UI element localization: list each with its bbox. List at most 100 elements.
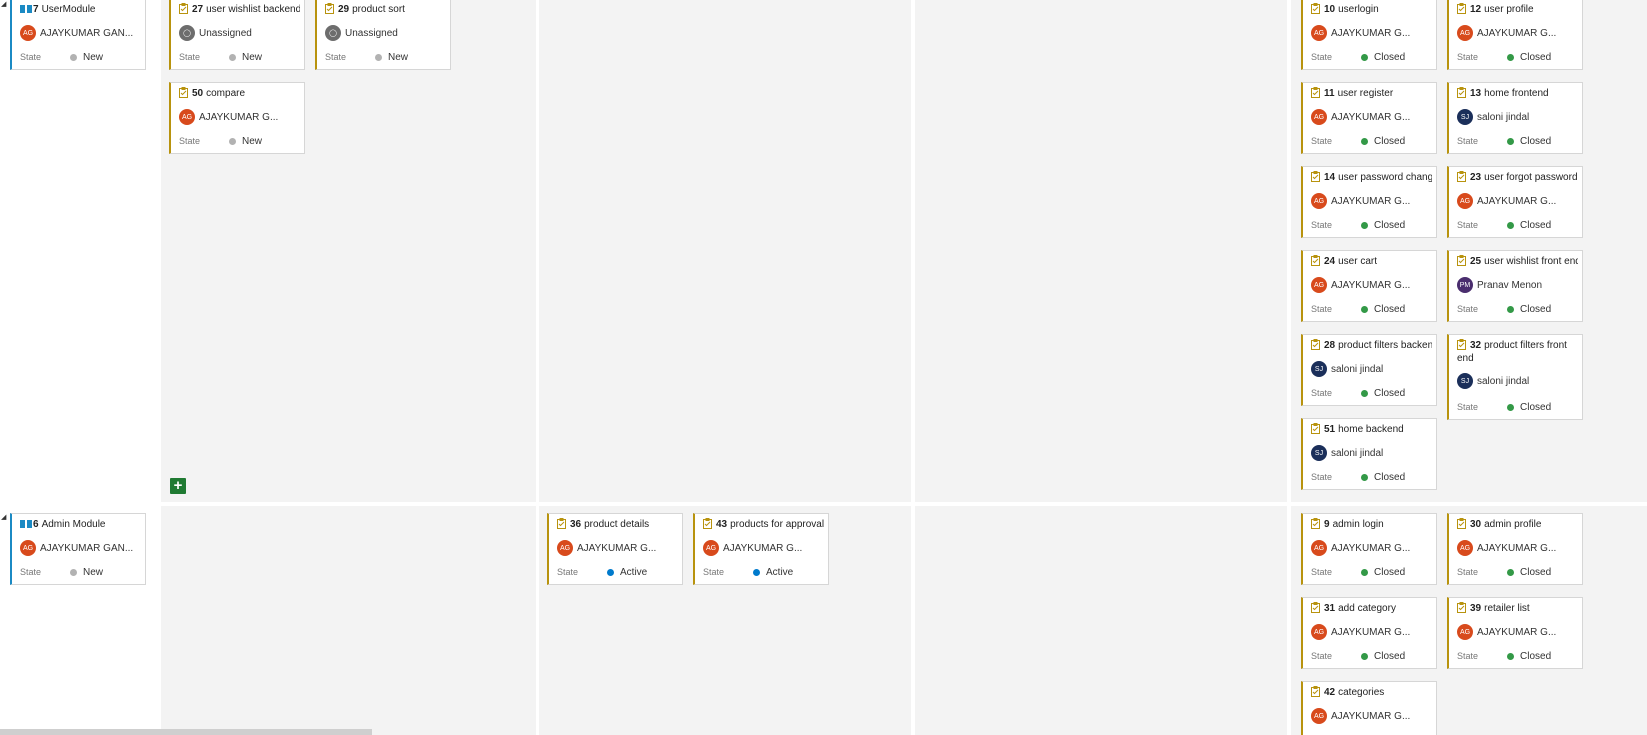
state-value[interactable]: Closed bbox=[1361, 304, 1405, 315]
task-card[interactable]: 39 retailer list AG AJAYKUMAR G... State C… bbox=[1447, 597, 1583, 669]
state-label: State bbox=[1311, 472, 1333, 482]
lane-new-cell-admin bbox=[161, 506, 536, 735]
assignee[interactable]: SJ saloni jindal bbox=[1311, 361, 1383, 377]
state-dot-icon bbox=[70, 54, 77, 61]
state-label: State bbox=[20, 567, 42, 577]
task-card[interactable]: 13 home frontend SJ saloni jindal State Cl… bbox=[1447, 82, 1583, 154]
state-value[interactable]: Closed bbox=[1361, 472, 1405, 483]
parent-card-adminmodule[interactable]: 6 Admin Module AG AJAYKUMAR GAN... State N… bbox=[10, 513, 146, 585]
state-value[interactable]: Closed bbox=[1507, 304, 1551, 315]
task-card[interactable]: 11 user register AG AJAYKUMAR G... State C… bbox=[1301, 82, 1437, 154]
assignee[interactable]: AG AJAYKUMAR G... bbox=[1311, 109, 1410, 125]
state-label: State bbox=[1457, 651, 1479, 661]
state-value[interactable]: Closed bbox=[1361, 651, 1405, 662]
state-value[interactable]: Closed bbox=[1507, 402, 1551, 413]
state-value[interactable]: New bbox=[375, 52, 408, 63]
assignee[interactable]: ◯ Unassigned bbox=[179, 25, 252, 41]
state-label: State bbox=[1457, 567, 1479, 577]
task-card[interactable]: 43 products for approval AG AJAYKUMAR G...… bbox=[693, 513, 829, 585]
assignee[interactable]: AG AJAYKUMAR GAN... bbox=[20, 540, 133, 556]
task-card[interactable]: 23 user forgot password AG AJAYKUMAR G... … bbox=[1447, 166, 1583, 238]
state-value[interactable]: Active bbox=[607, 567, 647, 578]
avatar: AG bbox=[1457, 540, 1473, 556]
task-card[interactable]: 9 admin login AG AJAYKUMAR G... State Clos… bbox=[1301, 513, 1437, 585]
assignee[interactable]: SJ saloni jindal bbox=[1311, 445, 1383, 461]
task-card[interactable]: 42 categories AG AJAYKUMAR G... bbox=[1301, 681, 1437, 735]
task-card[interactable]: 50 compare AG AJAYKUMAR G... State New bbox=[169, 82, 305, 154]
task-card[interactable]: 32 product filters front end SJ saloni jin… bbox=[1447, 334, 1583, 420]
state-value[interactable]: Active bbox=[753, 567, 793, 578]
assignee[interactable]: AG AJAYKUMAR G... bbox=[1457, 193, 1556, 209]
state-value[interactable]: Closed bbox=[1361, 567, 1405, 578]
collapse-caret-icon[interactable]: ◢ bbox=[1, 513, 6, 521]
task-clipboard-icon bbox=[1457, 339, 1466, 350]
avatar: AG bbox=[1311, 540, 1327, 556]
task-card[interactable]: 30 admin profile AG AJAYKUMAR G... State C… bbox=[1447, 513, 1583, 585]
card-title: 30 admin profile bbox=[1457, 518, 1578, 531]
task-clipboard-icon bbox=[1311, 255, 1320, 266]
state-dot-icon bbox=[1507, 569, 1514, 576]
avatar: AG bbox=[1311, 277, 1327, 293]
assignee[interactable]: PM Pranav Menon bbox=[1457, 277, 1542, 293]
collapse-caret-icon[interactable]: ◢ bbox=[1, 0, 6, 8]
task-card[interactable]: 28 product filters backend SJ saloni jinda… bbox=[1301, 334, 1437, 406]
assignee[interactable]: AG AJAYKUMAR G... bbox=[179, 109, 278, 125]
state-label: State bbox=[1311, 52, 1333, 62]
state-value[interactable]: Closed bbox=[1507, 220, 1551, 231]
assignee[interactable]: SJ saloni jindal bbox=[1457, 109, 1529, 125]
state-value[interactable]: Closed bbox=[1507, 651, 1551, 662]
state-value[interactable]: Closed bbox=[1361, 220, 1405, 231]
task-card[interactable]: 14 user password change AG AJAYKUMAR G... … bbox=[1301, 166, 1437, 238]
state-dot-icon bbox=[1507, 138, 1514, 145]
assignee[interactable]: AG AJAYKUMAR G... bbox=[1311, 277, 1410, 293]
state-label: State bbox=[1311, 136, 1333, 146]
assignee[interactable]: AG AJAYKUMAR G... bbox=[1457, 25, 1556, 41]
task-clipboard-icon bbox=[179, 87, 188, 98]
task-card[interactable]: 12 user profile AG AJAYKUMAR G... State Cl… bbox=[1447, 0, 1583, 70]
state-value[interactable]: Closed bbox=[1507, 52, 1551, 63]
assignee[interactable]: AG AJAYKUMAR G... bbox=[1311, 540, 1410, 556]
card-title: 6 Admin Module bbox=[20, 518, 141, 531]
state-value[interactable]: New bbox=[229, 52, 262, 63]
task-card[interactable]: 51 home backend SJ saloni jindal State Clo… bbox=[1301, 418, 1437, 490]
task-card[interactable]: 29 product sort ◯ Unassigned State New bbox=[315, 0, 451, 70]
avatar: SJ bbox=[1457, 109, 1473, 125]
task-card[interactable]: 27 user wishlist backend ◯ Unassigned Stat… bbox=[169, 0, 305, 70]
state-value[interactable]: Closed bbox=[1361, 136, 1405, 147]
assignee[interactable]: AG AJAYKUMAR G... bbox=[1311, 193, 1410, 209]
parent-card-usermodule[interactable]: 7 UserModule AG AJAYKUMAR GAN... State New bbox=[10, 0, 146, 70]
card-title: 29 product sort bbox=[325, 3, 446, 16]
state-value[interactable]: New bbox=[70, 52, 103, 63]
state-value[interactable]: Closed bbox=[1361, 388, 1405, 399]
task-card[interactable]: 10 userlogin AG AJAYKUMAR G... State Close… bbox=[1301, 0, 1437, 70]
task-clipboard-icon bbox=[557, 518, 566, 529]
assignee[interactable]: AG AJAYKUMAR G... bbox=[703, 540, 802, 556]
assignee[interactable]: ◯ Unassigned bbox=[325, 25, 398, 41]
lane-parent-cell-user bbox=[0, 0, 160, 502]
task-card[interactable]: 25 user wishlist front end PM Pranav Menon… bbox=[1447, 250, 1583, 322]
state-value[interactable]: Closed bbox=[1361, 52, 1405, 63]
task-card[interactable]: 31 add category AG AJAYKUMAR G... State Cl… bbox=[1301, 597, 1437, 669]
assignee[interactable]: AG AJAYKUMAR G... bbox=[1457, 624, 1556, 640]
card-title: 10 userlogin bbox=[1311, 3, 1432, 16]
task-clipboard-icon bbox=[1311, 3, 1320, 14]
book-icon bbox=[20, 4, 32, 15]
state-value[interactable]: New bbox=[229, 136, 262, 147]
assignee[interactable]: SJ saloni jindal bbox=[1457, 373, 1529, 389]
assignee[interactable]: AG AJAYKUMAR G... bbox=[1311, 25, 1410, 41]
task-clipboard-icon bbox=[325, 3, 334, 14]
task-card[interactable]: 36 product details AG AJAYKUMAR G... State… bbox=[547, 513, 683, 585]
add-task-button[interactable]: + bbox=[170, 478, 186, 494]
assignee[interactable]: AG AJAYKUMAR G... bbox=[1457, 540, 1556, 556]
assignee[interactable]: AG AJAYKUMAR G... bbox=[1311, 624, 1410, 640]
assignee[interactable]: AG AJAYKUMAR G... bbox=[557, 540, 656, 556]
assignee[interactable]: AG AJAYKUMAR G... bbox=[1311, 708, 1410, 724]
state-value[interactable]: New bbox=[70, 567, 103, 578]
state-label: State bbox=[1457, 52, 1479, 62]
state-value[interactable]: Closed bbox=[1507, 136, 1551, 147]
assignee[interactable]: AG AJAYKUMAR GAN... bbox=[20, 25, 133, 41]
state-dot-icon bbox=[229, 138, 236, 145]
state-value[interactable]: Closed bbox=[1507, 567, 1551, 578]
task-card[interactable]: 24 user cart AG AJAYKUMAR G... State Close… bbox=[1301, 250, 1437, 322]
horizontal-scrollbar[interactable] bbox=[0, 729, 372, 735]
